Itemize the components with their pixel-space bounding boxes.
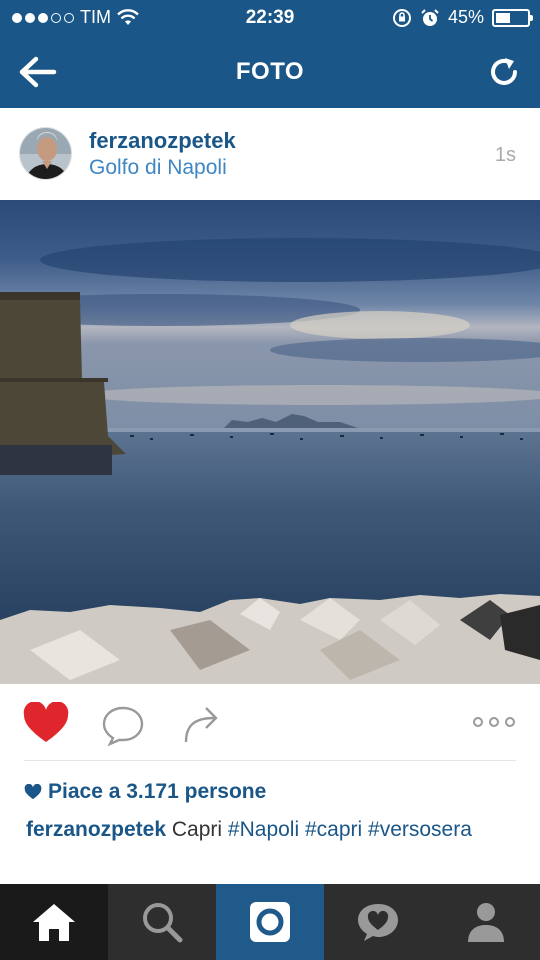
alarm-icon xyxy=(421,8,439,26)
small-heart-icon xyxy=(24,784,42,800)
battery-icon xyxy=(492,8,533,27)
likes-text: Piace a 3.171 persone xyxy=(48,780,267,803)
caption-username[interactable]: ferzanozpetek xyxy=(26,818,166,841)
camera-icon xyxy=(250,902,290,942)
more-icon[interactable] xyxy=(472,712,516,732)
post-caption: ferzanozpetek Capri #Napoli #capri #vers… xyxy=(26,816,516,844)
hashtag[interactable]: #Napoli xyxy=(228,818,299,841)
tab-search[interactable] xyxy=(108,884,216,960)
caption-text: Capri xyxy=(171,818,223,841)
tab-activity[interactable] xyxy=(324,884,432,960)
post-photo[interactable] xyxy=(0,200,540,684)
tab-bar xyxy=(0,884,540,960)
post-time: 1s xyxy=(494,144,516,166)
home-icon xyxy=(33,904,75,941)
battery-percent: 45% xyxy=(447,7,484,27)
page-title: FOTO xyxy=(235,58,305,85)
heart-icon[interactable] xyxy=(22,702,70,744)
tab-home[interactable] xyxy=(0,884,108,960)
search-icon xyxy=(143,903,183,943)
avatar[interactable] xyxy=(19,127,72,180)
likes-count[interactable]: Piace a 3.171 persone xyxy=(24,780,266,804)
status-bar: TIM 22:39 45% xyxy=(0,0,540,36)
share-icon[interactable] xyxy=(180,702,224,744)
tab-camera[interactable] xyxy=(216,884,324,960)
refresh-icon[interactable] xyxy=(484,52,524,92)
post-actions xyxy=(0,684,540,760)
post-header: ferzanozpetek Golfo di Napoli 1s xyxy=(0,108,540,200)
nav-bar: FOTO xyxy=(0,36,540,108)
profile-icon xyxy=(468,903,504,942)
hashtag[interactable]: #capri xyxy=(305,818,362,841)
tab-profile[interactable] xyxy=(432,884,540,960)
rotation-lock-icon xyxy=(392,8,411,27)
hashtag[interactable]: #versosera xyxy=(368,818,472,841)
comment-icon[interactable] xyxy=(100,704,146,746)
post-location[interactable]: Golfo di Napoli xyxy=(89,156,227,180)
activity-icon xyxy=(358,904,398,941)
app-header: TIM 22:39 45% FOTO xyxy=(0,0,540,108)
battery-level-fill xyxy=(496,12,510,23)
post-username[interactable]: ferzanozpetek xyxy=(89,128,236,154)
divider xyxy=(24,760,516,761)
